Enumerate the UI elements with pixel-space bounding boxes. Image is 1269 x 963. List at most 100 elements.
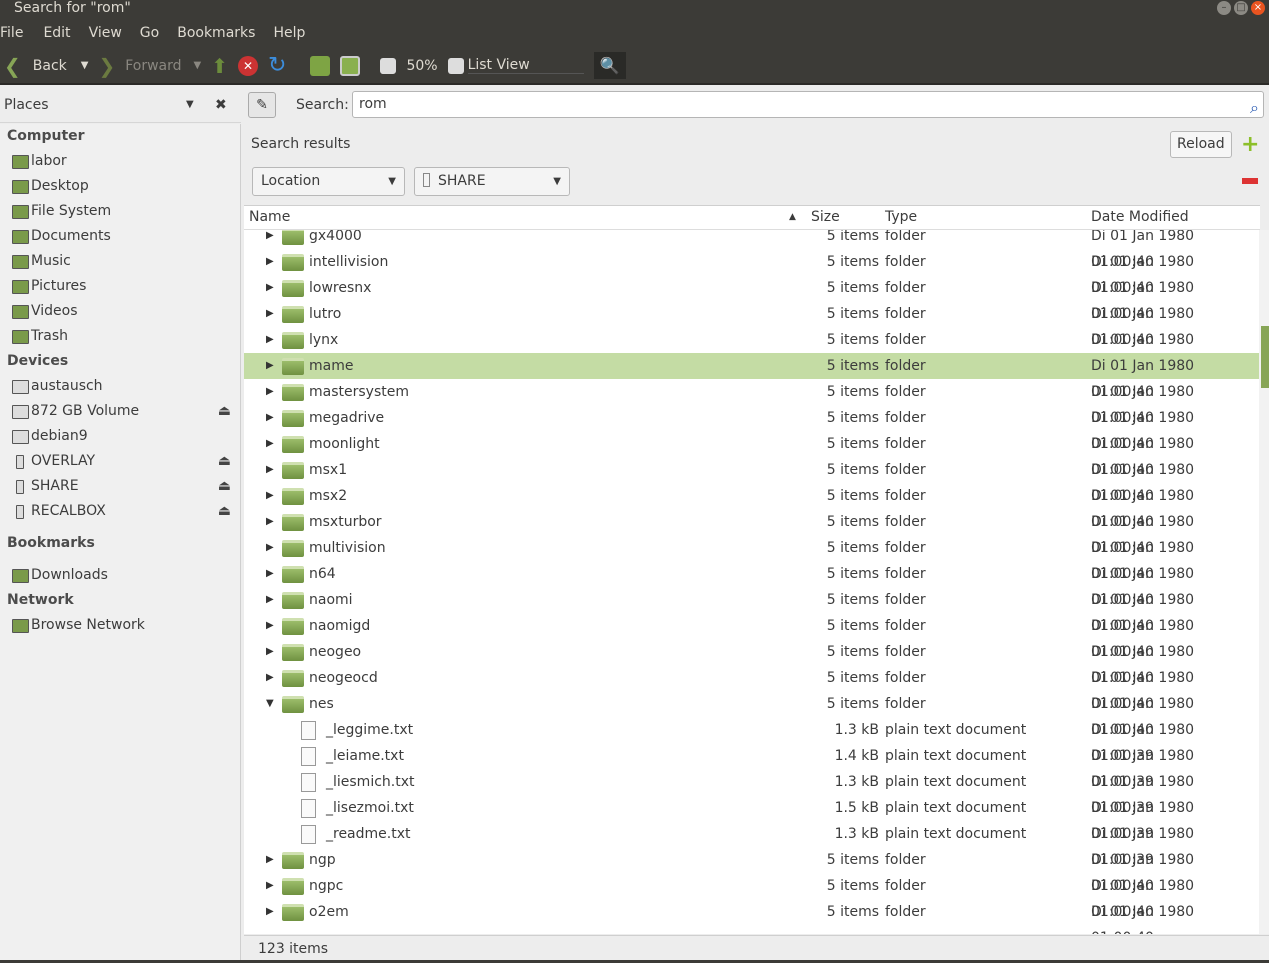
- column-type[interactable]: Type: [885, 209, 917, 225]
- reload-button[interactable]: Reload: [1170, 131, 1232, 158]
- sidebar-item-music[interactable]: Music: [0, 249, 240, 274]
- expand-arrow-icon[interactable]: ▶: [266, 249, 274, 275]
- file-row[interactable]: ▶ ngp 5 items folder Di 01 Jan 1980 01:00:40: [244, 847, 1259, 894]
- sidebar-item-trash[interactable]: Trash: [0, 324, 240, 349]
- scrollbar-thumb[interactable]: [1261, 326, 1269, 388]
- file-row[interactable]: _leggime.txt 1.3 kB plain text document Di …: [244, 717, 1259, 764]
- expand-arrow-icon[interactable]: ▶: [266, 301, 274, 327]
- expand-arrow-icon[interactable]: ▶: [266, 561, 274, 587]
- forward-history-dropdown-icon[interactable]: ▼: [194, 60, 202, 71]
- forward-button[interactable]: ❯ Forward ▼: [98, 54, 201, 78]
- expand-arrow-icon[interactable]: ▶: [266, 327, 274, 353]
- expand-arrow-icon[interactable]: ▶: [266, 275, 274, 301]
- file-row[interactable]: ▼ nes 5 items folder Di 01 Jan 1980 01:00:40: [244, 691, 1259, 738]
- expand-arrow-icon[interactable]: ▶: [266, 509, 274, 535]
- file-row[interactable]: ▶ lowresnx 5 items folder Di 01 Jan 1980 01:…: [244, 275, 1259, 322]
- file-row[interactable]: ▶ ngpc 5 items folder Di 01 Jan 1980 01:00:4…: [244, 873, 1259, 920]
- expand-arrow-icon[interactable]: ▶: [266, 873, 274, 899]
- expand-arrow-icon[interactable]: ▶: [266, 639, 274, 665]
- file-row[interactable]: ▶ gx4000 5 items folder Di 01 Jan 1980 01:00…: [244, 230, 1259, 270]
- file-row[interactable]: ▶ naomigd 5 items folder Di 01 Jan 1980 01:0…: [244, 613, 1259, 660]
- file-row[interactable]: ▶ neogeocd 5 items folder Di 01 Jan 1980 01:…: [244, 665, 1259, 712]
- menu-file[interactable]: File: [0, 25, 31, 41]
- column-name[interactable]: Name: [249, 209, 290, 225]
- file-row[interactable]: _readme.txt 1.3 kB plain text document Di 0…: [244, 821, 1259, 868]
- edit-location-button[interactable]: ✎: [248, 92, 276, 118]
- file-row[interactable]: ▶ lutro 5 items folder Di 01 Jan 1980 01:00:…: [244, 301, 1259, 348]
- back-button[interactable]: ❮ Back ▼: [4, 54, 88, 78]
- expand-arrow-icon[interactable]: ▶: [266, 483, 274, 509]
- expand-arrow-icon[interactable]: ▶: [266, 230, 274, 249]
- sidebar-item-share[interactable]: SHARE ⏏: [0, 474, 240, 499]
- eject-icon[interactable]: ⏏: [218, 399, 231, 424]
- search-input[interactable]: rom ⌕: [352, 91, 1264, 118]
- collapse-arrow-icon[interactable]: ▼: [266, 691, 274, 717]
- file-row[interactable]: ▶ mastersystem 5 items folder Di 01 Jan 1980…: [244, 379, 1259, 426]
- criterion-select[interactable]: Location ▼: [252, 167, 405, 196]
- maximize-button[interactable]: □: [1234, 1, 1248, 15]
- remove-criterion-icon[interactable]: [1242, 178, 1258, 184]
- column-size[interactable]: Size: [811, 209, 840, 225]
- sidebar-item-recalbox[interactable]: RECALBOX ⏏: [0, 499, 240, 524]
- eject-icon[interactable]: ⏏: [218, 499, 231, 524]
- close-sidebar-icon[interactable]: ✖: [215, 97, 227, 113]
- sidebar-item-pictures[interactable]: Pictures: [0, 274, 240, 299]
- search-icon[interactable]: ⌕: [1250, 95, 1259, 120]
- close-button[interactable]: ×: [1251, 1, 1265, 15]
- reload-icon[interactable]: ↻: [268, 53, 286, 78]
- expand-arrow-icon[interactable]: ▶: [266, 613, 274, 639]
- menu-view[interactable]: View: [89, 25, 130, 41]
- sidebar-item-downloads[interactable]: Downloads: [0, 563, 240, 588]
- view-mode-select[interactable]: List View: [467, 57, 584, 74]
- back-history-dropdown-icon[interactable]: ▼: [81, 60, 89, 71]
- file-row[interactable]: ▶ msxturbor 5 items folder Di 01 Jan 1980 01…: [244, 509, 1259, 556]
- file-row[interactable]: ▶ msx1 5 items folder Di 01 Jan 1980 01:00:4…: [244, 457, 1259, 504]
- expand-arrow-icon[interactable]: ▶: [266, 535, 274, 561]
- eject-icon[interactable]: ⏏: [218, 474, 231, 499]
- sidebar-item-overlay[interactable]: OVERLAY ⏏: [0, 449, 240, 474]
- menu-edit[interactable]: Edit: [43, 25, 78, 41]
- expand-arrow-icon[interactable]: ▶: [266, 665, 274, 691]
- zoom-level[interactable]: 50%: [406, 58, 437, 74]
- file-row[interactable]: ▶ o2em 5 items folder Di 01 Jan 1980 01:00:4…: [244, 899, 1259, 934]
- menu-help[interactable]: Help: [273, 25, 313, 41]
- file-row[interactable]: _leiame.txt 1.4 kB plain text document Di 0…: [244, 743, 1259, 790]
- sidebar-item-browse-network[interactable]: Browse Network: [0, 613, 240, 638]
- zoom-out-icon[interactable]: [380, 57, 397, 74]
- sidebar-item-desktop[interactable]: Desktop: [0, 174, 240, 199]
- menu-bookmarks[interactable]: Bookmarks: [177, 25, 263, 41]
- file-row[interactable]: _lisezmoi.txt 1.5 kB plain text document Di…: [244, 795, 1259, 842]
- places-dropdown-icon[interactable]: ▼: [186, 99, 194, 110]
- column-date-modified[interactable]: Date Modified: [1091, 209, 1189, 225]
- search-toggle-icon[interactable]: 🔍: [593, 52, 626, 79]
- sidebar-item-videos[interactable]: Videos: [0, 299, 240, 324]
- eject-icon[interactable]: ⏏: [218, 449, 231, 474]
- file-row[interactable]: ▶lynx5 itemsfolderDi 01 Jan 1980 01:00:4…: [244, 327, 1259, 374]
- expand-arrow-icon[interactable]: ▶: [266, 431, 274, 457]
- expand-arrow-icon[interactable]: ▶: [266, 847, 274, 873]
- sidebar-item-documents[interactable]: Documents: [0, 224, 240, 249]
- home-folder-icon[interactable]: [310, 55, 331, 76]
- expand-arrow-icon[interactable]: ▶: [266, 587, 274, 613]
- menu-go[interactable]: Go: [140, 25, 167, 41]
- sidebar-item-debian9[interactable]: debian9: [0, 424, 240, 449]
- file-row[interactable]: ▶ neogeo 5 items folder Di 01 Jan 1980 01:00…: [244, 639, 1259, 686]
- expand-arrow-icon[interactable]: ▶: [266, 899, 274, 925]
- expand-arrow-icon[interactable]: ▶: [266, 353, 274, 379]
- file-row[interactable]: ▶ n64 5 items folder Di 01 Jan 1980 01:00:40: [244, 561, 1259, 608]
- file-row[interactable]: ▶ moonlight 5 items folder Di 01 Jan 1980 01…: [244, 431, 1259, 478]
- location-select[interactable]: SHARE ▼: [414, 167, 570, 196]
- file-row[interactable]: ▶ megadrive 5 items folder Di 01 Jan 1980 01…: [244, 405, 1259, 452]
- add-criterion-icon[interactable]: +: [1241, 132, 1259, 157]
- sidebar-item-file-system[interactable]: File System: [0, 199, 240, 224]
- sidebar-item-872-gb-volume[interactable]: 872 GB Volume ⏏: [0, 399, 240, 424]
- computer-icon[interactable]: [340, 55, 361, 76]
- expand-arrow-icon[interactable]: ▶: [266, 379, 274, 405]
- minimize-button[interactable]: –: [1217, 1, 1231, 15]
- stop-icon[interactable]: ✕: [238, 55, 259, 76]
- file-row[interactable]: ▶ msx2 5 items folder Di 01 Jan 1980 01:00:4…: [244, 483, 1259, 530]
- sidebar-item-labor[interactable]: labor: [0, 149, 240, 174]
- zoom-in-icon[interactable]: [447, 57, 464, 74]
- file-row[interactable]: ▶ multivision 5 items folder Di 01 Jan 1980 …: [244, 535, 1259, 582]
- expand-arrow-icon[interactable]: ▶: [266, 405, 274, 431]
